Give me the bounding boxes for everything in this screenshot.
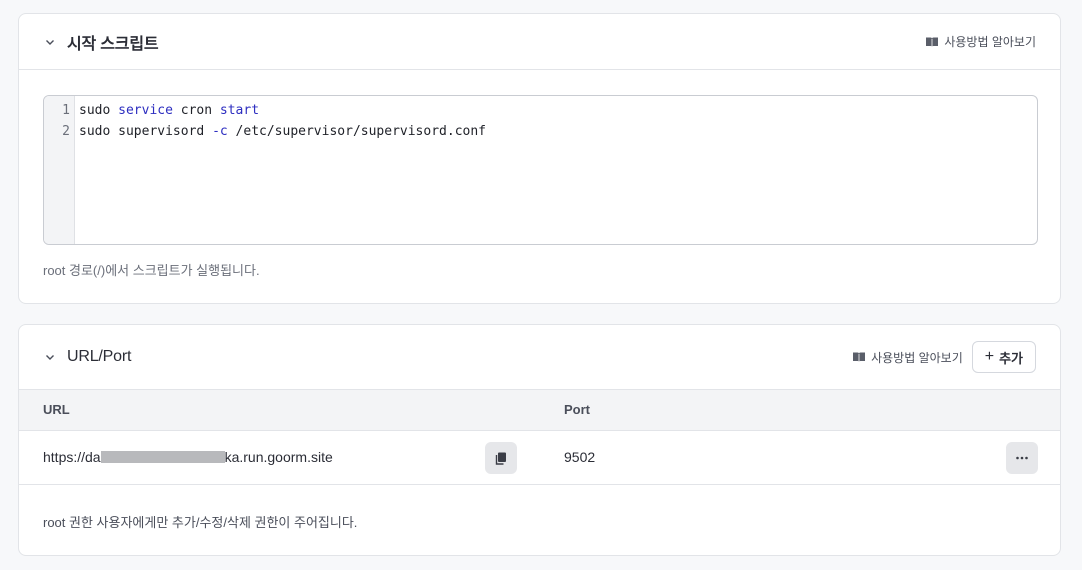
usage-guide-link[interactable]: 사용방법 알아보기: [852, 349, 963, 366]
start-script-title: 시작 스크립트: [67, 35, 159, 53]
line-number: 2: [62, 124, 70, 139]
copy-button[interactable]: [485, 442, 517, 474]
script-hint: root 경로(/)에서 스크립트가 실행됩니다.: [43, 263, 260, 278]
add-button[interactable]: + 추가: [971, 341, 1036, 373]
chevron-down-icon[interactable]: [43, 350, 57, 364]
line-number: 1: [62, 103, 70, 118]
plus-icon: +: [984, 348, 995, 365]
table-header: URL Port: [19, 390, 1060, 431]
start-script-header[interactable]: 시작 스크립트 사용방법 알아보기: [19, 14, 1060, 70]
code-keyword: start: [219, 103, 260, 118]
code-text: /etc/supervisor/supervisord.conf: [227, 124, 486, 139]
copy-icon: [495, 452, 506, 465]
code-keyword: service: [118, 103, 173, 118]
code-line[interactable]: sudo service cron start: [79, 103, 259, 118]
usage-guide-label: 사용방법 알아보기: [944, 35, 1036, 49]
more-options-button[interactable]: [1006, 442, 1038, 474]
script-editor[interactable]: 1 2 sudo service cron start sudo supervi…: [43, 95, 1038, 245]
usage-guide-link[interactable]: 사용방법 알아보기: [925, 33, 1036, 50]
column-header-url: URL: [43, 402, 70, 417]
port-value: 9502: [564, 449, 596, 465]
chevron-down-icon[interactable]: [43, 35, 57, 49]
add-button-label: 추가: [999, 350, 1023, 366]
column-header-port: Port: [564, 402, 590, 417]
url-port-title: URL/Port: [67, 348, 132, 365]
table-row: https://da ka.run.goorm.site 9502: [19, 431, 1060, 485]
code-line[interactable]: sudo supervisord -c /etc/supervisor/supe…: [79, 124, 486, 139]
url-port-card: URL/Port 사용방법 알아보기 + 추가 URL Port https:/…: [18, 324, 1061, 556]
redacted-block: [100, 451, 225, 463]
url-value: https://da ka.run.goorm.site: [43, 449, 333, 465]
more-icon: [1016, 456, 1028, 460]
start-script-card: 시작 스크립트 사용방법 알아보기 1 2 sudo service cron …: [18, 13, 1061, 304]
url-port-header[interactable]: URL/Port 사용방법 알아보기 + 추가: [19, 325, 1060, 390]
book-icon: [926, 37, 939, 47]
code-keyword: -c: [212, 124, 228, 139]
code-text: cron: [172, 103, 220, 118]
permission-note: root 권한 사용자에게만 추가/수정/삭제 권한이 주어집니다.: [43, 515, 358, 530]
code-text: sudo supervisord: [79, 124, 213, 139]
code-text: sudo: [79, 103, 119, 118]
usage-guide-label: 사용방법 알아보기: [871, 350, 963, 365]
book-icon: [853, 352, 866, 362]
line-number-gutter: 1 2: [44, 96, 75, 244]
